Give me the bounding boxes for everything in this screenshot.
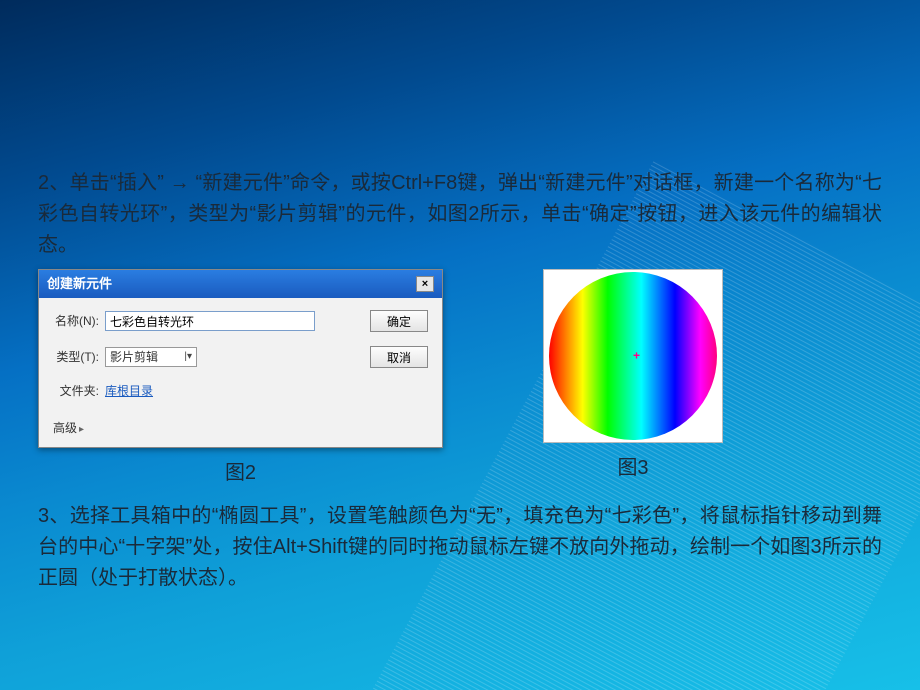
cancel-button[interactable]: 取消 [370, 346, 428, 368]
close-icon[interactable]: × [416, 276, 434, 292]
folder-label: 文件夹: [53, 382, 105, 401]
chevron-right-icon: ▸ [79, 424, 84, 435]
folder-link[interactable]: 库根目录 [105, 382, 315, 401]
type-label: 类型(T): [53, 348, 105, 367]
center-cross-icon: + [633, 347, 640, 366]
paragraph-2: 2、单击“插入” → “新建元件”命令，或按Ctrl+F8键，弹出“新建元件”对… [38, 168, 882, 261]
chevron-down-icon: |▾ [184, 349, 192, 365]
ok-button[interactable]: 确定 [370, 310, 428, 332]
paragraph-3: 3、选择工具箱中的“椭圆工具”，设置笔触颜色为“无”，填充色为“七彩色”，将鼠标… [38, 501, 882, 594]
type-value: 影片剪辑 [110, 348, 158, 367]
color-wheel-figure: + [543, 269, 723, 443]
figure-3-caption: 图3 [617, 453, 648, 484]
figure-2-caption: 图2 [38, 458, 443, 489]
name-label: 名称(N): [53, 312, 105, 331]
create-symbol-dialog: 创建新元件 × 名称(N): 确定 类型(T): 影片剪辑 |▾ 取消 [38, 269, 443, 448]
dialog-titlebar: 创建新元件 × [39, 270, 442, 298]
name-input[interactable] [105, 311, 315, 331]
advanced-toggle[interactable]: 高级▸ [53, 415, 428, 438]
dialog-title: 创建新元件 [47, 274, 112, 294]
type-combo[interactable]: 影片剪辑 |▾ [105, 347, 197, 367]
